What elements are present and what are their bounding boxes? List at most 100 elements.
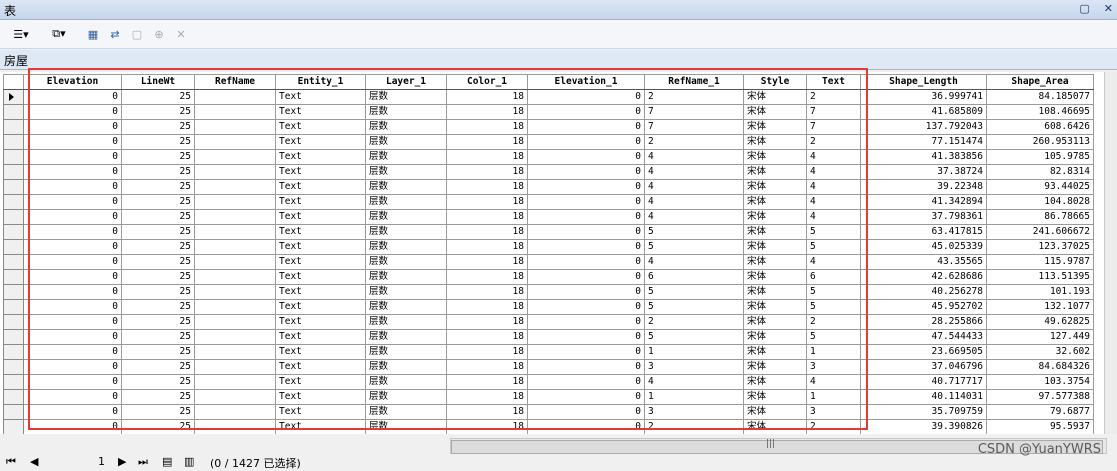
- table-row[interactable]: 0 25 Text 层数 18 0 5 宋体 5 63.417815 241.606672: [3, 224, 1094, 240]
- table-cell[interactable]: 4: [644, 374, 744, 390]
- table-cell[interactable]: 5: [806, 239, 861, 255]
- table-cell[interactable]: 1: [806, 344, 861, 360]
- table-cell[interactable]: 0: [23, 389, 122, 405]
- table-cell[interactable]: 2: [644, 134, 744, 150]
- table-cell[interactable]: 39.390826: [860, 419, 987, 434]
- table-cell[interactable]: [194, 284, 276, 300]
- table-cell[interactable]: 宋体: [743, 359, 807, 375]
- table-cell[interactable]: [194, 299, 276, 315]
- table-cell[interactable]: 宋体: [743, 179, 807, 195]
- table-row[interactable]: 0 25 Text 层数 18 0 5 宋体 5 47.544433 127.449: [3, 329, 1094, 345]
- table-cell[interactable]: 宋体: [743, 104, 807, 120]
- record-number-input[interactable]: 1: [98, 455, 105, 468]
- table-cell[interactable]: 0: [23, 179, 122, 195]
- table-cell[interactable]: 5: [806, 299, 861, 315]
- table-cell[interactable]: 2: [806, 419, 861, 434]
- table-row[interactable]: 0 25 Text 层数 18 0 5 宋体 5 45.952702 132.1077: [3, 299, 1094, 315]
- table-cell[interactable]: 层数: [365, 329, 447, 345]
- table-cell[interactable]: [194, 104, 276, 120]
- table-cell[interactable]: 0: [23, 194, 122, 210]
- row-selector[interactable]: [3, 299, 24, 315]
- table-cell[interactable]: 0: [23, 164, 122, 180]
- table-cell[interactable]: 25: [121, 254, 195, 270]
- table-cell[interactable]: Text: [275, 119, 366, 135]
- row-selector[interactable]: [3, 344, 24, 360]
- table-cell[interactable]: 18: [446, 419, 528, 434]
- table-cell[interactable]: [194, 194, 276, 210]
- table-cell[interactable]: 0: [527, 254, 645, 270]
- table-cell[interactable]: [194, 269, 276, 285]
- table-cell[interactable]: 18: [446, 179, 528, 195]
- table-cell[interactable]: 63.417815: [860, 224, 987, 240]
- table-cell[interactable]: 25: [121, 269, 195, 285]
- table-cell[interactable]: 0: [527, 344, 645, 360]
- table-cell[interactable]: 0: [23, 419, 122, 434]
- table-row[interactable]: 0 25 Text 层数 18 0 2 宋体 2 36.999741 84.185077: [3, 89, 1094, 105]
- table-cell[interactable]: 108.46695: [986, 104, 1094, 120]
- table-cell[interactable]: Text: [275, 269, 366, 285]
- table-cell[interactable]: 25: [121, 209, 195, 225]
- table-cell[interactable]: 137.792043: [860, 119, 987, 135]
- table-cell[interactable]: 6: [644, 269, 744, 285]
- table-cell[interactable]: 0: [23, 89, 122, 105]
- column-header[interactable]: Elevation_1: [527, 74, 645, 90]
- table-cell[interactable]: 4: [806, 179, 861, 195]
- table-cell[interactable]: 层数: [365, 194, 447, 210]
- table-cell[interactable]: 608.6426: [986, 119, 1094, 135]
- table-cell[interactable]: 123.37025: [986, 239, 1094, 255]
- row-selector[interactable]: [3, 89, 24, 105]
- table-cell[interactable]: 0: [527, 164, 645, 180]
- table-row[interactable]: 0 25 Text 层数 18 0 6 宋体 6 42.628686 113.51395: [3, 269, 1094, 285]
- table-cell[interactable]: 28.255866: [860, 314, 987, 330]
- table-cell[interactable]: 层数: [365, 299, 447, 315]
- table-cell[interactable]: Text: [275, 389, 366, 405]
- table-cell[interactable]: 41.342894: [860, 194, 987, 210]
- table-cell[interactable]: 97.577388: [986, 389, 1094, 405]
- table-cell[interactable]: [194, 359, 276, 375]
- table-cell[interactable]: 0: [527, 359, 645, 375]
- table-cell[interactable]: 18: [446, 119, 528, 135]
- table-cell[interactable]: 4: [644, 194, 744, 210]
- table-cell[interactable]: Text: [275, 239, 366, 255]
- table-cell[interactable]: 0: [527, 89, 645, 105]
- table-cell[interactable]: 宋体: [743, 344, 807, 360]
- table-cell[interactable]: 宋体: [743, 389, 807, 405]
- table-cell[interactable]: 4: [806, 374, 861, 390]
- table-cell[interactable]: 35.709759: [860, 404, 987, 420]
- table-cell[interactable]: 41.383856: [860, 149, 987, 165]
- table-cell[interactable]: 25: [121, 329, 195, 345]
- table-cell[interactable]: 0: [527, 194, 645, 210]
- table-cell[interactable]: 18: [446, 239, 528, 255]
- table-row[interactable]: 0 25 Text 层数 18 0 2 宋体 2 39.390826 95.5937: [3, 419, 1094, 434]
- table-cell[interactable]: 5: [644, 284, 744, 300]
- table-row[interactable]: 0 25 Text 层数 18 0 4 宋体 4 40.717717 103.3754: [3, 374, 1094, 390]
- table-cell[interactable]: 0: [23, 209, 122, 225]
- table-cell[interactable]: 82.8314: [986, 164, 1094, 180]
- table-cell[interactable]: 层数: [365, 134, 447, 150]
- table-cell[interactable]: 132.1077: [986, 299, 1094, 315]
- table-cell[interactable]: 4: [806, 194, 861, 210]
- table-cell[interactable]: 5: [806, 329, 861, 345]
- table-cell[interactable]: 0: [23, 269, 122, 285]
- row-selector[interactable]: [3, 419, 24, 434]
- table-cell[interactable]: 25: [121, 149, 195, 165]
- table-cell[interactable]: [194, 224, 276, 240]
- table-cell[interactable]: 宋体: [743, 149, 807, 165]
- table-cell[interactable]: [194, 89, 276, 105]
- table-cell[interactable]: 2: [806, 314, 861, 330]
- table-cell[interactable]: Text: [275, 419, 366, 434]
- table-cell[interactable]: [194, 344, 276, 360]
- table-cell[interactable]: 0: [527, 119, 645, 135]
- table-cell[interactable]: 0: [527, 284, 645, 300]
- table-cell[interactable]: 0: [527, 224, 645, 240]
- row-selector[interactable]: [3, 149, 24, 165]
- table-cell[interactable]: [194, 419, 276, 434]
- table-cell[interactable]: 0: [527, 404, 645, 420]
- table-cell[interactable]: Text: [275, 329, 366, 345]
- table-cell[interactable]: 层数: [365, 149, 447, 165]
- table-cell[interactable]: Text: [275, 254, 366, 270]
- row-selector[interactable]: [3, 179, 24, 195]
- table-cell[interactable]: 宋体: [743, 269, 807, 285]
- table-cell[interactable]: 0: [23, 254, 122, 270]
- table-cell[interactable]: 层数: [365, 374, 447, 390]
